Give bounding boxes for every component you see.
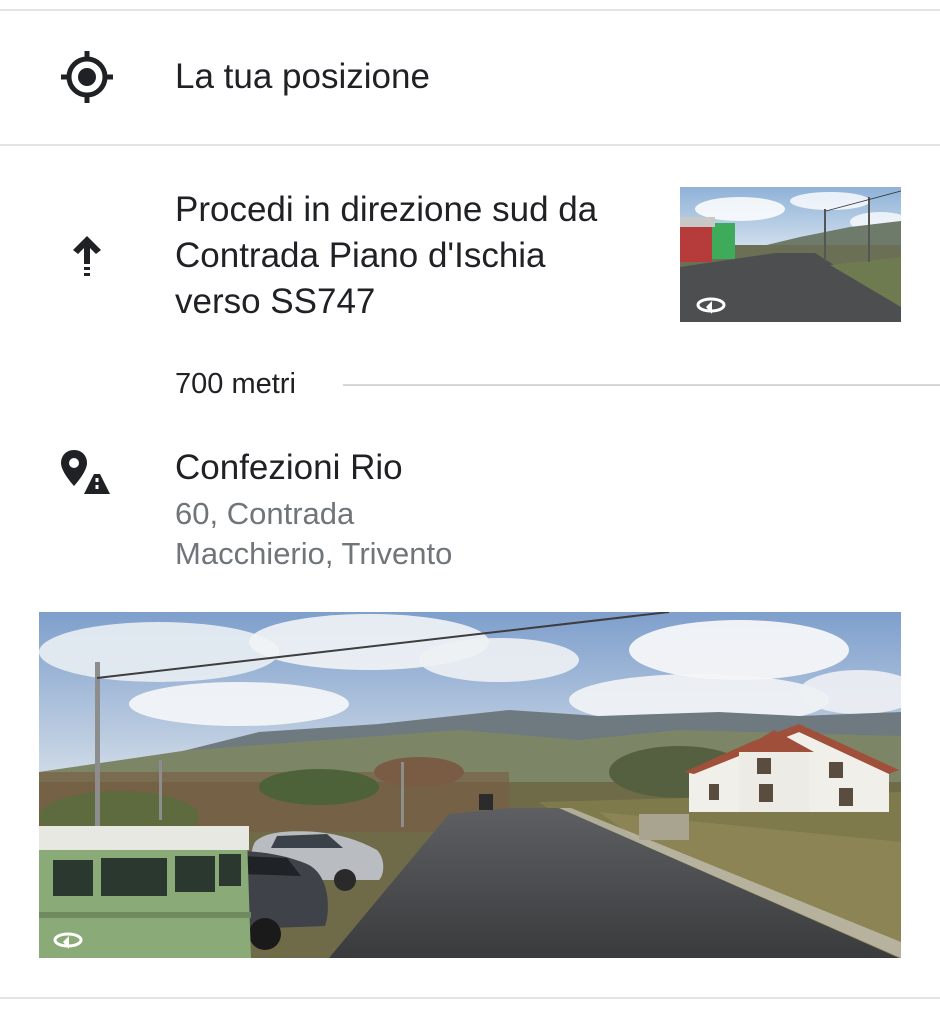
step-instruction-line-1[interactable]: Procedi in direzione sud da [175, 187, 597, 233]
destination-street-view-photo[interactable] [39, 612, 901, 958]
destination-name[interactable]: Confezioni Rio [175, 445, 403, 491]
destination-scene-image [39, 612, 901, 958]
my-location-icon [61, 51, 113, 103]
origin-label[interactable]: La tua posizione [175, 54, 430, 100]
distance-divider [343, 384, 940, 386]
step-instruction-line-2[interactable]: Contrada Piano d'Ischia [175, 233, 546, 279]
step-distance: 700 metri [175, 368, 296, 400]
destination-address-line-1: 60, Contrada [175, 496, 355, 531]
step-instruction-line-3[interactable]: verso SS747 [175, 279, 375, 325]
top-divider [0, 9, 940, 11]
origin-divider [0, 144, 940, 146]
destination-address-line-2: Macchierio, Trivento [175, 536, 453, 571]
street-view-360-icon [53, 932, 83, 949]
step-street-view-thumbnail[interactable] [680, 187, 901, 322]
destination-pin-road-icon [61, 450, 110, 494]
directions-list: La tua posizione Procedi in direzione su… [0, 0, 940, 1024]
bottom-divider [0, 997, 940, 999]
street-view-360-icon [696, 297, 726, 314]
arrow-up-icon [73, 236, 101, 276]
